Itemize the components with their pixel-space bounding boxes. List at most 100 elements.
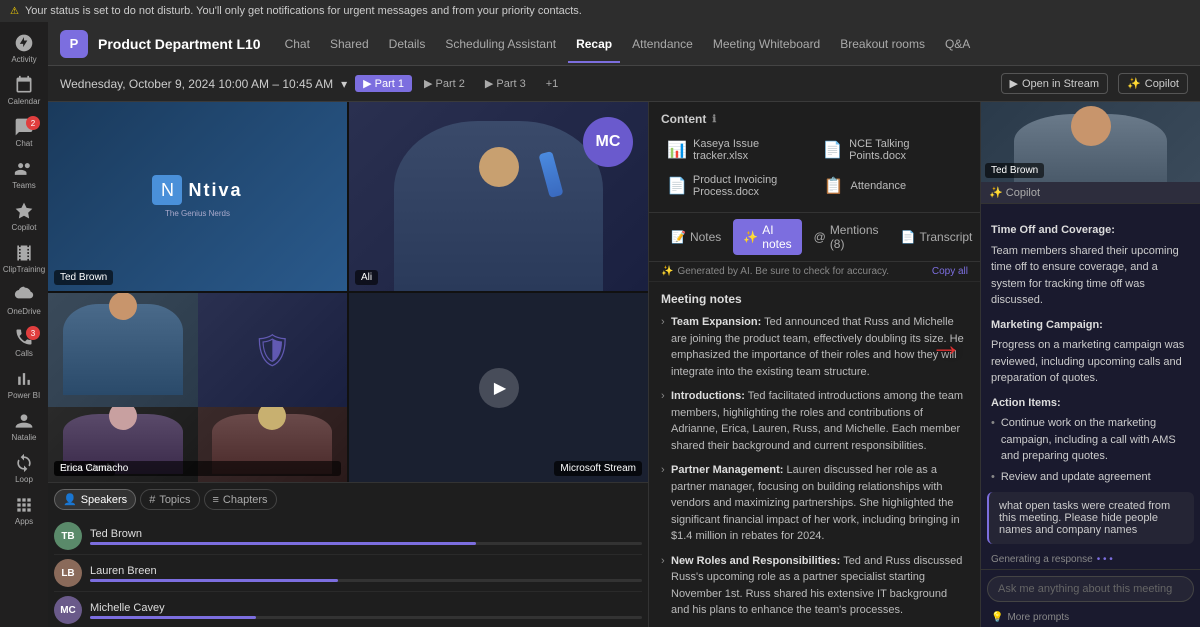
chat-message: what open tasks were created from this m… [987,492,1194,544]
nav-tab-recap[interactable]: Recap [568,33,620,55]
copy-all-button[interactable]: Copy all [932,266,968,277]
transcript-tab-label: Transcript [919,230,972,244]
chapters-icon: ≡ [213,494,219,506]
nav-tab-breakout[interactable]: Breakout rooms [832,33,933,55]
ai-action-items-title: Action Items: [991,395,1190,412]
nav-tab-details[interactable]: Details [381,33,434,55]
part-tab-1[interactable]: ▶ Part 1 [355,75,412,92]
sidebar-label-activity: Activity [11,55,36,64]
generating-dots: • • • [1097,554,1113,565]
video-cell-bottom-left: 🛡 [48,293,347,482]
notes-tab-notes[interactable]: 📝 Notes [661,219,731,255]
attendance-icon: 📋 [823,175,845,197]
nav-tab-chat[interactable]: Chat [277,33,318,55]
speaker-info-lauren: Lauren Breen [90,565,642,582]
chevron-down-icon[interactable]: ▾ [341,77,347,91]
file-nce[interactable]: 📄 NCE Talking Points.docx [817,134,969,166]
transcript-icon: 📄 [901,230,916,244]
sidebar-item-chat[interactable]: 2 Chat [4,112,44,152]
ted-brown-ai-label: Ted Brown [985,163,1044,178]
speakers-tab-chapters[interactable]: ≡ Chapters [204,489,277,510]
meeting-notes-title: Meeting notes [661,292,968,306]
info-icon: ℹ [712,114,716,125]
meeting-notes: Meeting notes Team Expansion: Ted announ… [649,282,980,627]
sub-header-right: ▶ Open in Stream ✨ Copilot [1001,73,1188,94]
sidebar-item-copilot[interactable]: Copilot [4,196,44,236]
copilot-label: Copilot [1145,78,1179,90]
speakers-tab-speakers[interactable]: 👤 Speakers [54,489,136,510]
sidebar-item-calendar[interactable]: Calendar [4,70,44,110]
sidebar-item-calls[interactable]: 3 Calls [4,322,44,362]
notes-tab-label: Notes [690,230,721,244]
speaker-info-ted: Ted Brown [90,528,642,545]
person-video-ted [48,293,198,407]
sidebar-item-natalie[interactable]: Natalie [4,406,44,446]
sidebar-item-powerbi[interactable]: Power BI [4,364,44,404]
nav-tab-qa[interactable]: Q&A [937,33,978,55]
ai-generated-note: ✨ Generated by AI. Be sure to check for … [649,262,980,282]
nav-tab-attendance[interactable]: Attendance [624,33,701,55]
more-prompts-button[interactable]: 💡 More prompts [981,608,1200,627]
notes-tab-mentions[interactable]: @ Mentions (8) [804,219,889,255]
file-kaseya[interactable]: 📊 Kaseya Issue tracker.xlsx [661,134,813,166]
open-stream-button[interactable]: ▶ Open in Stream [1001,73,1109,94]
copilot-button[interactable]: ✨ Copilot [1118,73,1188,94]
sidebar-item-apps[interactable]: Apps [4,490,44,530]
speaker-bar-fill-lauren [90,579,338,582]
file-nce-name: NCE Talking Points.docx [849,138,962,162]
nav-tab-whiteboard[interactable]: Meeting Whiteboard [705,33,828,55]
ai-section-time-off-title: Time Off and Coverage: [991,222,1190,239]
file-invoicing[interactable]: 📄 Product Invoicing Process.docx [661,170,813,202]
file-kaseya-name: Kaseya Issue tracker.xlsx [693,138,806,162]
right-panel: Content ℹ 📊 Kaseya Issue tracker.xlsx 📄 … [648,102,980,627]
sidebar-item-teams[interactable]: Teams [4,154,44,194]
sidebar-item-cliptraining[interactable]: ClipTraining [4,238,44,278]
speaker-avatar-ted: TB [54,522,82,550]
prompts-icon: 💡 [991,612,1003,623]
note-title-3: New Roles and Responsibilities: [671,555,840,567]
nav-tab-shared[interactable]: Shared [322,33,377,55]
part-tab-2[interactable]: ▶ Part 2 [416,75,473,92]
mentions-tab-label: Mentions (8) [830,223,879,251]
notes-tab-transcript[interactable]: 📄 Transcript [891,219,980,255]
chat-message-text: what open tasks were created from this m… [999,500,1170,536]
ai-panel: Ted Brown ✨ Copilot Time Off and Coverag… [980,102,1200,627]
file-attendance[interactable]: 📋 Attendance [817,170,969,202]
sidebar-label-copilot: Copilot [12,223,37,232]
video-cell-stream: ▶ Microsoft Stream [349,293,648,482]
ai-panel-video: Ted Brown [981,102,1200,182]
part-tab-extra[interactable]: +1 [538,75,567,92]
part-tabs: ▶ Part 1 ▶ Part 2 ▶ Part 3 +1 [355,75,566,92]
play-button[interactable]: ▶ [479,368,519,408]
sidebar-item-onedrive[interactable]: OneDrive [4,280,44,320]
more-prompts-label: More prompts [1007,612,1069,623]
ai-section-time-off-text: Team members shared their upcoming time … [991,245,1179,307]
ai-chat-input[interactable] [987,576,1194,602]
sidebar-label-onedrive: OneDrive [7,307,41,316]
notes-tab-ai[interactable]: ✨ AI notes [733,219,801,255]
speaker-lauren: LB Lauren Breen [54,555,642,592]
sidebar-label-calls: Calls [15,349,33,358]
speakers-tab-label: Speakers [81,494,127,506]
ntiva-text: Ntiva [188,180,242,201]
ai-input-area [981,569,1200,608]
note-title-0: Team Expansion: [671,316,761,328]
sidebar-item-activity[interactable]: Activity [4,28,44,68]
speaker-name-ted: Ted Brown [90,528,642,540]
content-header: Content ℹ [661,112,968,126]
sidebar-item-loop[interactable]: Loop [4,448,44,488]
nav-tab-scheduling[interactable]: Scheduling Assistant [437,33,564,55]
speakers-tab-topics[interactable]: # Topics [140,489,199,510]
part-tab-3[interactable]: ▶ Part 3 [477,75,534,92]
note-partner-management: Partner Management: Lauren discussed her… [661,462,968,545]
stream-icon: ▶ [1010,77,1018,90]
meeting-icon-letter: P [70,36,79,51]
sidebar-label-powerbi: Power BI [8,391,40,400]
speaker-avatar-michelle: MC [54,596,82,624]
meeting-icon: P [60,30,88,58]
sub-header-left: Wednesday, October 9, 2024 10:00 AM – 10… [60,75,566,92]
notes-tabs: 📝 Notes ✨ AI notes @ Mentions (8) 📄 Tran… [649,213,980,262]
file-attendance-name: Attendance [851,180,907,192]
mentions-icon: @ [814,230,826,244]
sidebar-label-loop: Loop [15,475,33,484]
